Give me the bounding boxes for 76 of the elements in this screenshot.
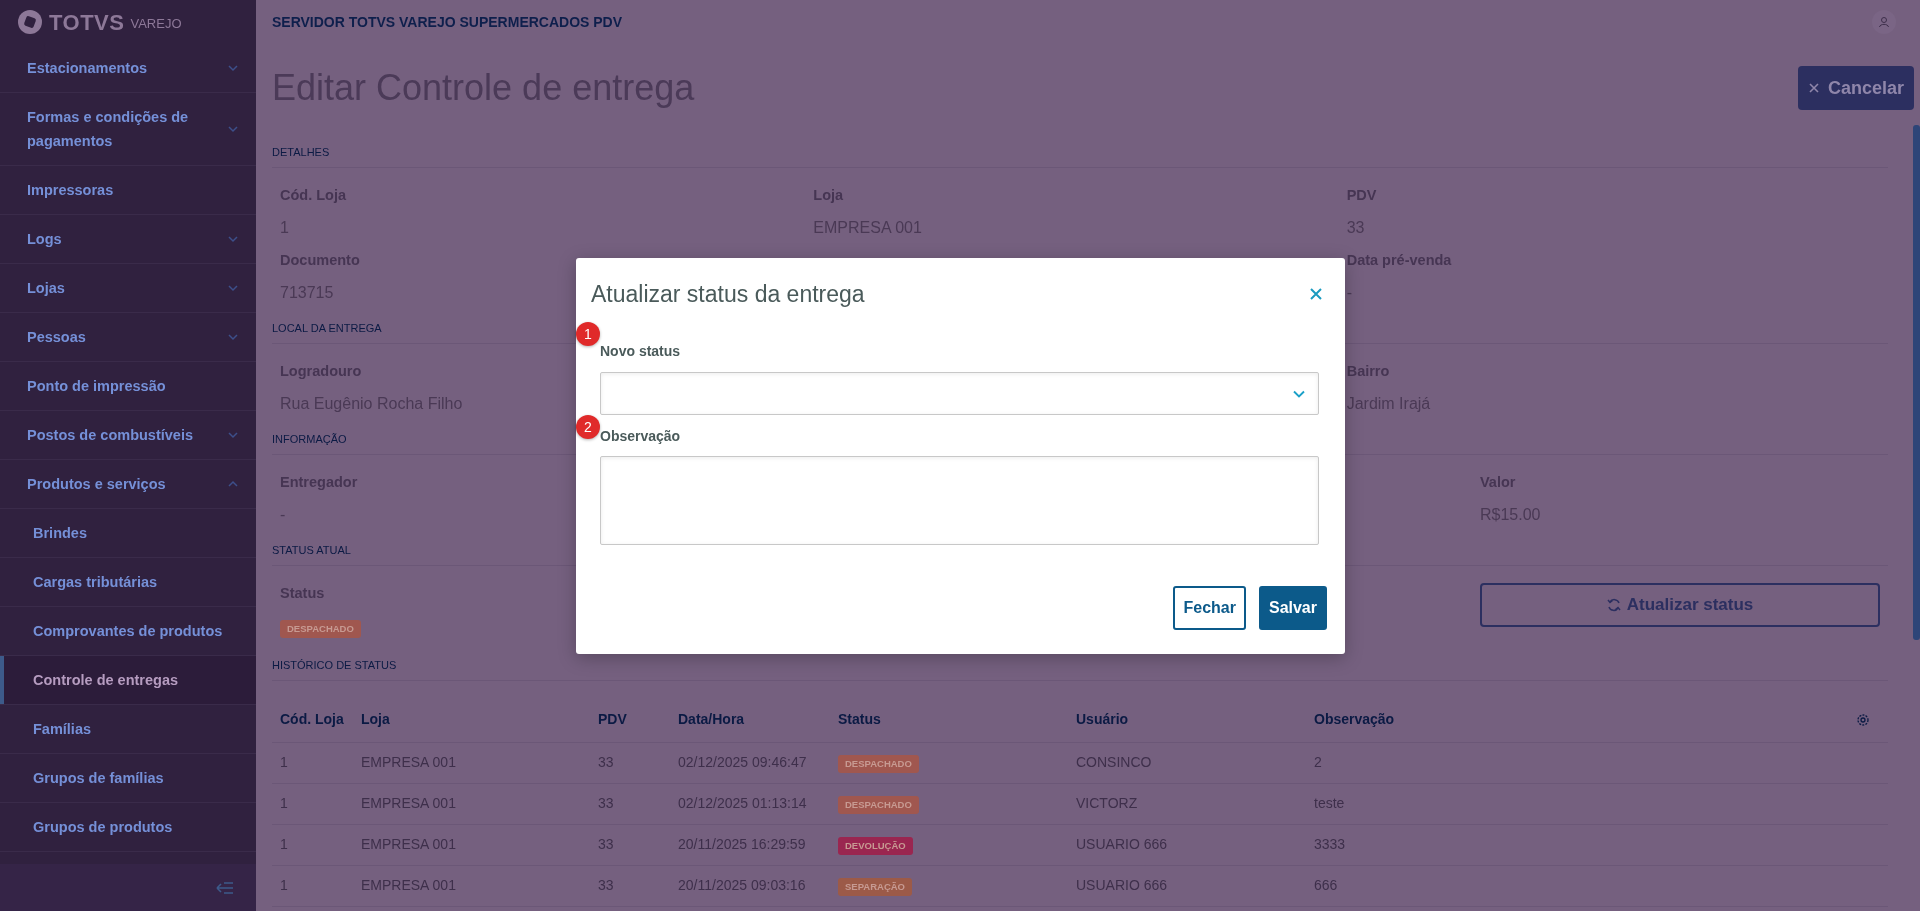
collapse-icon: [216, 880, 234, 895]
status-badge: DEVOLUÇÃO: [838, 837, 913, 855]
collapse-menu-button[interactable]: [216, 880, 234, 895]
close-icon: [1807, 82, 1820, 94]
chevron-down-icon: [228, 235, 238, 243]
sidebar-item[interactable]: Formas e condições de pagamentos: [0, 93, 256, 166]
sidebar-item[interactable]: Logs: [0, 215, 256, 264]
table-cell: 02/12/2025 01:13:14: [670, 783, 830, 824]
scrollbar-thumb[interactable]: [1913, 125, 1920, 640]
chevron-down-icon: [228, 284, 238, 292]
user-icon: [1878, 16, 1890, 28]
table-cell: 20/11/2025 09:03:16: [670, 865, 830, 906]
sidebar-item[interactable]: Cargas tributárias: [0, 558, 256, 607]
sidebar-item[interactable]: Grupos de famílias: [0, 754, 256, 803]
sidebar-item[interactable]: Famílias: [0, 705, 256, 754]
chevron-down-icon: [228, 125, 238, 133]
save-button[interactable]: Salvar: [1258, 586, 1327, 630]
table-cell: 666: [1306, 865, 1848, 906]
step-marker: 1: [576, 322, 600, 346]
section-heading: LOCAL DA ENTREGA: [272, 321, 382, 336]
field-value: -: [1346, 283, 1352, 303]
column-header: Cód. Loja: [272, 698, 353, 742]
settings-icon: [1856, 712, 1870, 727]
column-header: Status: [830, 698, 1068, 742]
sidebar-item[interactable]: Lojas: [0, 264, 256, 313]
column-header: Loja: [353, 698, 590, 742]
server-name: SERVIDOR TOTVS VAREJO SUPERMERCADOS PDV: [272, 12, 623, 32]
chevron-up-icon: [228, 480, 238, 488]
column-header: Usuário: [1068, 698, 1306, 742]
sidebar-item[interactable]: Estacionamentos: [0, 44, 256, 93]
sidebar-item[interactable]: Pessoas: [0, 313, 256, 362]
section-heading: DETALHES: [272, 145, 330, 160]
sidebar-item[interactable]: Postos de combustíveis: [0, 411, 256, 460]
field-value: -: [280, 505, 286, 525]
dialog-title: Atualizar status da entrega: [591, 280, 865, 309]
table-cell: 20/11/2025 16:29:59: [670, 824, 830, 865]
user-button[interactable]: [1872, 10, 1896, 34]
sidebar-item[interactable]: Impressoras: [0, 166, 256, 215]
sidebar-item[interactable]: Controle de entregas: [0, 656, 256, 705]
column-header: Data/Hora: [670, 698, 830, 742]
chevron-down-icon: [228, 333, 238, 341]
settings-button[interactable]: [1856, 712, 1870, 727]
section-heading: STATUS ATUAL: [272, 543, 351, 558]
chevron-down-icon: [228, 431, 238, 439]
status-select[interactable]: [600, 372, 1319, 415]
chevron-down-icon: [1292, 388, 1306, 399]
step-marker: 2: [576, 415, 600, 439]
table-cell: 3333: [1306, 824, 1848, 865]
table-cell: VICTORZ: [1068, 783, 1306, 824]
refresh-icon: [1606, 598, 1621, 612]
table-cell: 02/12/2025 09:46:47: [670, 742, 830, 783]
column-header: Observação: [1306, 698, 1848, 742]
logo-text: TOTVS: [49, 8, 125, 37]
close-icon: [1309, 287, 1323, 301]
text-area[interactable]: [600, 456, 1319, 545]
sidebar-item[interactable]: Produtos e serviços: [0, 460, 256, 509]
close-button[interactable]: [1309, 287, 1323, 301]
sidebar-item[interactable]: Ponto de impressão: [0, 362, 256, 411]
status-badge: DESPACHADO: [838, 796, 919, 814]
cancel-button[interactable]: Cancelar: [1797, 66, 1914, 110]
field-label: Novo status: [600, 342, 682, 361]
logo-subtitle: VAREJO: [130, 15, 182, 34]
table-cell: CONSINCO: [1068, 742, 1306, 783]
chevron-down-icon: [228, 64, 238, 72]
section-heading: HISTÓRICO DE STATUS: [272, 658, 397, 673]
field-label: Observação: [600, 427, 682, 446]
logo-icon: [17, 9, 43, 35]
close-button[interactable]: Fechar: [1173, 586, 1246, 630]
column-header: PDV: [590, 698, 670, 742]
sidebar-item[interactable]: Grupos de produtos: [0, 803, 256, 852]
sidebar-item[interactable]: Brindes: [0, 509, 256, 558]
table-cell: teste: [1306, 783, 1848, 824]
status-badge: DESPACHADO: [280, 620, 361, 638]
status-badge: SEPARAÇÃO: [838, 878, 912, 896]
section-heading: INFORMAÇÃO: [272, 432, 347, 447]
status-badge: DESPACHADO: [838, 755, 919, 773]
